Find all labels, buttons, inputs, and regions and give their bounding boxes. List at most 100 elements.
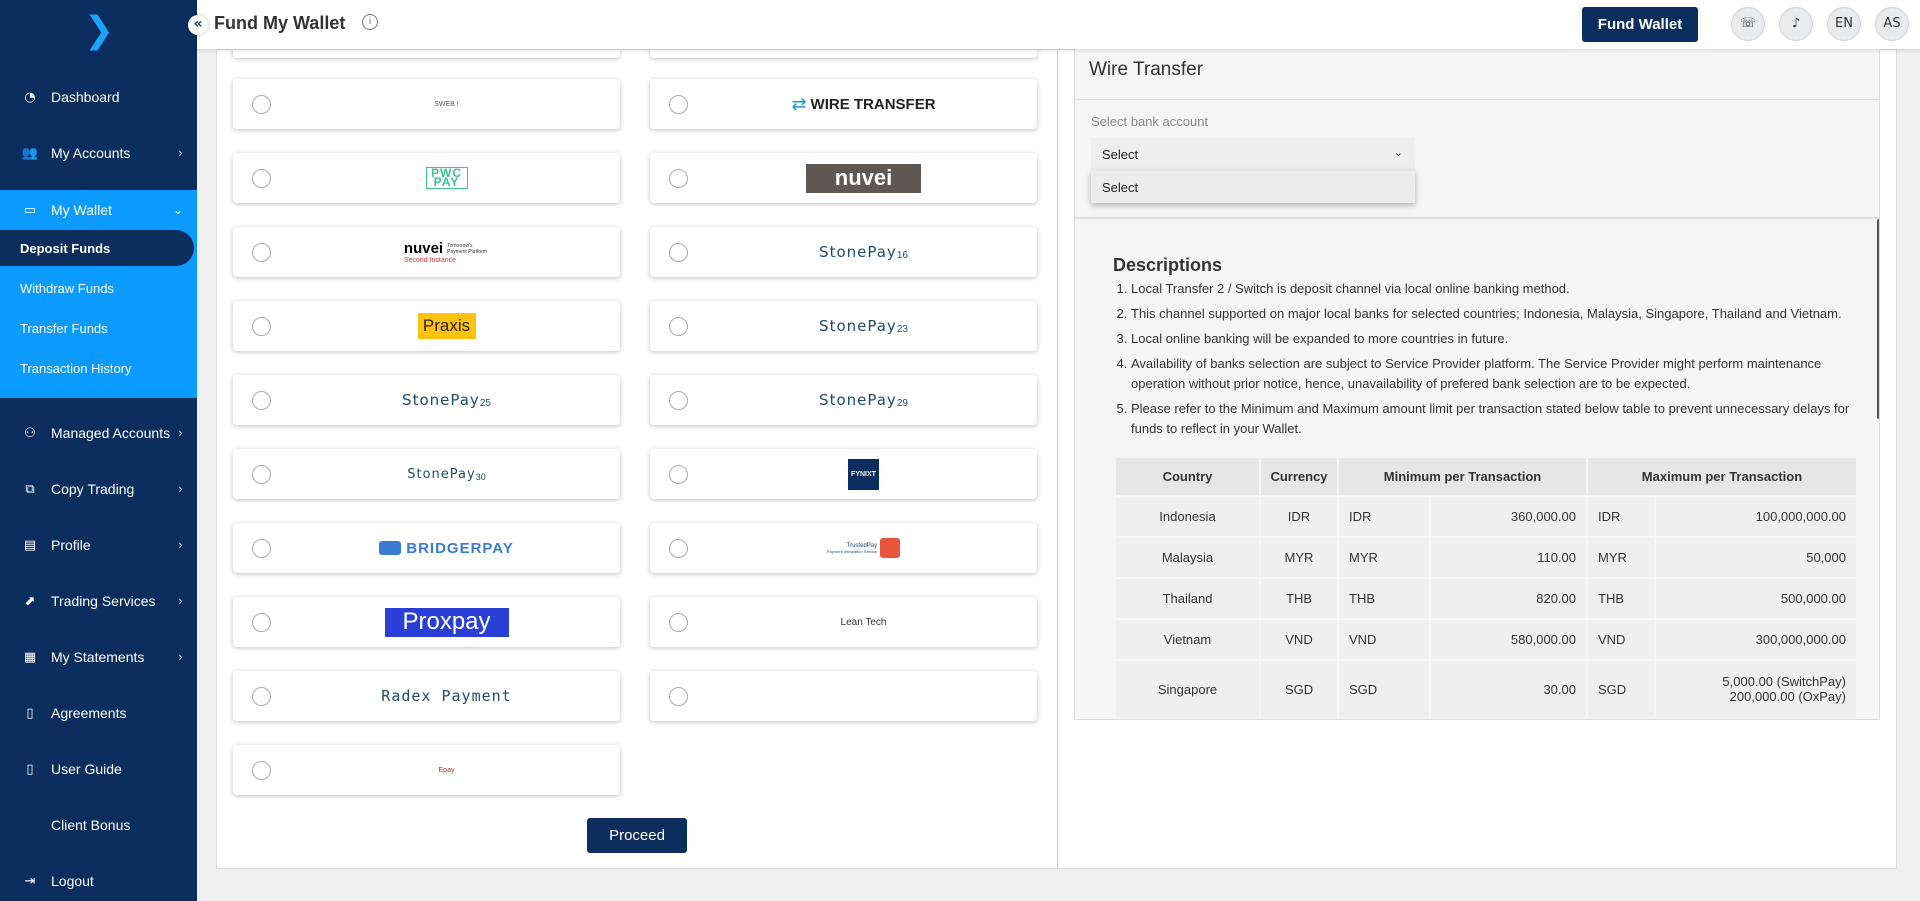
bridgerpay-icon: [379, 541, 402, 555]
radio-button[interactable]: [669, 613, 688, 632]
radio-button[interactable]: [252, 317, 271, 336]
payment-logo-text: StonePay: [819, 317, 897, 335]
sidebar-item-user-guide[interactable]: ▯ User Guide: [0, 749, 197, 789]
payment-method-card[interactable]: FYNIXT: [650, 449, 1037, 499]
table-row: Indonesia IDR IDR 360,000.00 IDR 100,000…: [1116, 497, 1856, 536]
payment-method-card[interactable]: TrustedPay Payment Integration Service: [650, 523, 1037, 573]
radio-button[interactable]: [252, 687, 271, 706]
sidebar-subitem-transaction-history[interactable]: Transaction History: [0, 350, 197, 386]
payment-logo-text: nuvei: [403, 240, 444, 257]
payment-method-card[interactable]: [233, 50, 620, 58]
radio-button[interactable]: [252, 169, 271, 188]
sidebar-subitem-deposit-funds[interactable]: Deposit Funds: [0, 230, 194, 266]
payment-method-card[interactable]: StonePay 25: [233, 375, 620, 425]
payment-logo: PWC PAY: [293, 153, 600, 203]
sidebar-item-my-statements[interactable]: ▦ My Statements ›: [0, 637, 197, 677]
radio-button[interactable]: [669, 687, 688, 706]
radio-button[interactable]: [252, 95, 271, 114]
limits-table: Country Currency Minimum per Transaction…: [1114, 456, 1858, 719]
chevron-right-icon: ›: [178, 146, 183, 160]
sidebar-subitem-label: Withdraw Funds: [20, 280, 114, 296]
language-button[interactable]: EN: [1827, 7, 1861, 41]
payment-logo: StonePay 23: [710, 301, 1017, 351]
payment-method-card[interactable]: StonePay 29: [650, 375, 1037, 425]
bell-icon[interactable]: ♪: [1779, 7, 1813, 41]
payment-method-card[interactable]: PWC PAY: [233, 153, 620, 203]
payment-logo-text: StonePay: [819, 391, 897, 409]
payment-method-card[interactable]: nuvei Tomorrow's Payment Platform Second…: [233, 227, 620, 277]
statements-icon: ▦: [23, 649, 37, 665]
proceed-button[interactable]: Proceed: [587, 818, 687, 853]
sidebar-item-label: Agreements: [51, 705, 127, 721]
sidebar-item-label: Client Bonus: [51, 817, 131, 833]
sidebar-item-my-wallet[interactable]: ▭ My Wallet ⌄: [0, 190, 197, 230]
payment-method-card[interactable]: Lean Tech: [650, 597, 1037, 647]
payment-method-card[interactable]: [650, 671, 1037, 721]
sidebar-subitem-label: Transaction History: [20, 360, 132, 376]
radio-button[interactable]: [669, 169, 688, 188]
radio-button[interactable]: [669, 317, 688, 336]
sidebar-item-dashboard[interactable]: ◔ Dashboard: [0, 77, 197, 117]
payment-method-card[interactable]: nuvei: [650, 153, 1037, 203]
min-currency-cell: THB: [1339, 579, 1429, 618]
column-header: Maximum per Transaction: [1588, 458, 1856, 495]
payment-method-card[interactable]: StonePay 30: [233, 449, 620, 499]
sidebar: ❯ « ◔ Dashboard 👥 My Accounts › ▭ My Wal…: [0, 0, 208, 901]
payment-method-card[interactable]: Proxpay: [233, 597, 620, 647]
bank-account-select[interactable]: Select ⌄: [1091, 138, 1415, 170]
payment-method-card[interactable]: Praxis: [233, 301, 620, 351]
sidebar-item-copy-trading[interactable]: ⧉ Copy Trading ›: [0, 469, 197, 509]
radio-button[interactable]: [252, 243, 271, 262]
main-content: SWEB ! ⇄ WIRE TRANSFER PWC PAY nuvei nuv…: [216, 40, 1897, 870]
avatar[interactable]: AS: [1875, 7, 1909, 41]
column-header: Country: [1116, 458, 1259, 495]
radio-button[interactable]: [252, 613, 271, 632]
sidebar-subitem-transfer-funds[interactable]: Transfer Funds: [0, 310, 197, 346]
table-row: Vietnam VND VND 580,000.00 VND 300,000,0…: [1116, 620, 1856, 659]
radio-button[interactable]: [669, 465, 688, 484]
sidebar-item-managed-accounts[interactable]: ⚇ Managed Accounts ›: [0, 413, 197, 453]
payment-method-card[interactable]: StonePay 16: [650, 227, 1037, 277]
radio-button[interactable]: [252, 539, 271, 558]
payment-method-card[interactable]: BRIDGERPAY: [233, 523, 620, 573]
collapse-sidebar-icon[interactable]: «: [188, 15, 208, 35]
sidebar-item-agreements[interactable]: ▯ Agreements: [0, 693, 197, 733]
radio-button[interactable]: [669, 95, 688, 114]
sidebar-item-label: Dashboard: [51, 89, 120, 105]
support-icon[interactable]: ☏: [1731, 7, 1765, 41]
payment-method-card[interactable]: ⇄ WIRE TRANSFER: [650, 79, 1037, 129]
fund-wallet-button[interactable]: Fund Wallet: [1582, 7, 1698, 42]
radio-button[interactable]: [252, 391, 271, 410]
wire-transfer-icon: ⇄: [791, 93, 807, 115]
id-card-icon: ▤: [23, 537, 37, 553]
radio-button[interactable]: [669, 539, 688, 558]
payment-method-card[interactable]: [650, 50, 1037, 58]
radio-button[interactable]: [669, 243, 688, 262]
info-icon[interactable]: i: [362, 14, 378, 30]
payment-method-card[interactable]: SWEB !: [233, 79, 620, 129]
payment-logo-text: PWC PAY: [425, 167, 468, 189]
sidebar-item-trading-services[interactable]: ⬈ Trading Services ›: [0, 581, 197, 621]
sidebar-item-logout[interactable]: ⇥ Logout: [0, 861, 197, 901]
payment-logo-text: Lean Tech: [840, 616, 887, 628]
payment-method-card[interactable]: Epay: [233, 745, 620, 795]
radio-button[interactable]: [252, 761, 271, 780]
sidebar-subitem-withdraw-funds[interactable]: Withdraw Funds: [0, 270, 197, 306]
payment-logo: nuvei Tomorrow's Payment Platform Second…: [293, 227, 600, 277]
sidebar-item-profile[interactable]: ▤ Profile ›: [0, 525, 197, 565]
scrollbar[interactable]: [1877, 219, 1879, 419]
radio-button[interactable]: [252, 465, 271, 484]
divider: [1075, 99, 1879, 100]
payment-logo: [710, 671, 1017, 721]
payment-method-card[interactable]: Radex Payment: [233, 671, 620, 721]
sidebar-item-my-accounts[interactable]: 👥 My Accounts ›: [0, 133, 197, 173]
payment-method-card[interactable]: StonePay 23: [650, 301, 1037, 351]
dropdown-option[interactable]: Select: [1091, 171, 1415, 203]
sidebar-item-client-bonus[interactable]: Client Bonus: [0, 805, 197, 845]
max-amount-cell: 500,000.00: [1656, 579, 1856, 618]
logo[interactable]: ❯: [84, 10, 114, 51]
radio-button[interactable]: [669, 391, 688, 410]
list-item: Please refer to the Minimum and Maximum …: [1131, 399, 1855, 439]
document-icon: ▯: [26, 705, 34, 721]
country-cell: Thailand: [1116, 579, 1259, 618]
